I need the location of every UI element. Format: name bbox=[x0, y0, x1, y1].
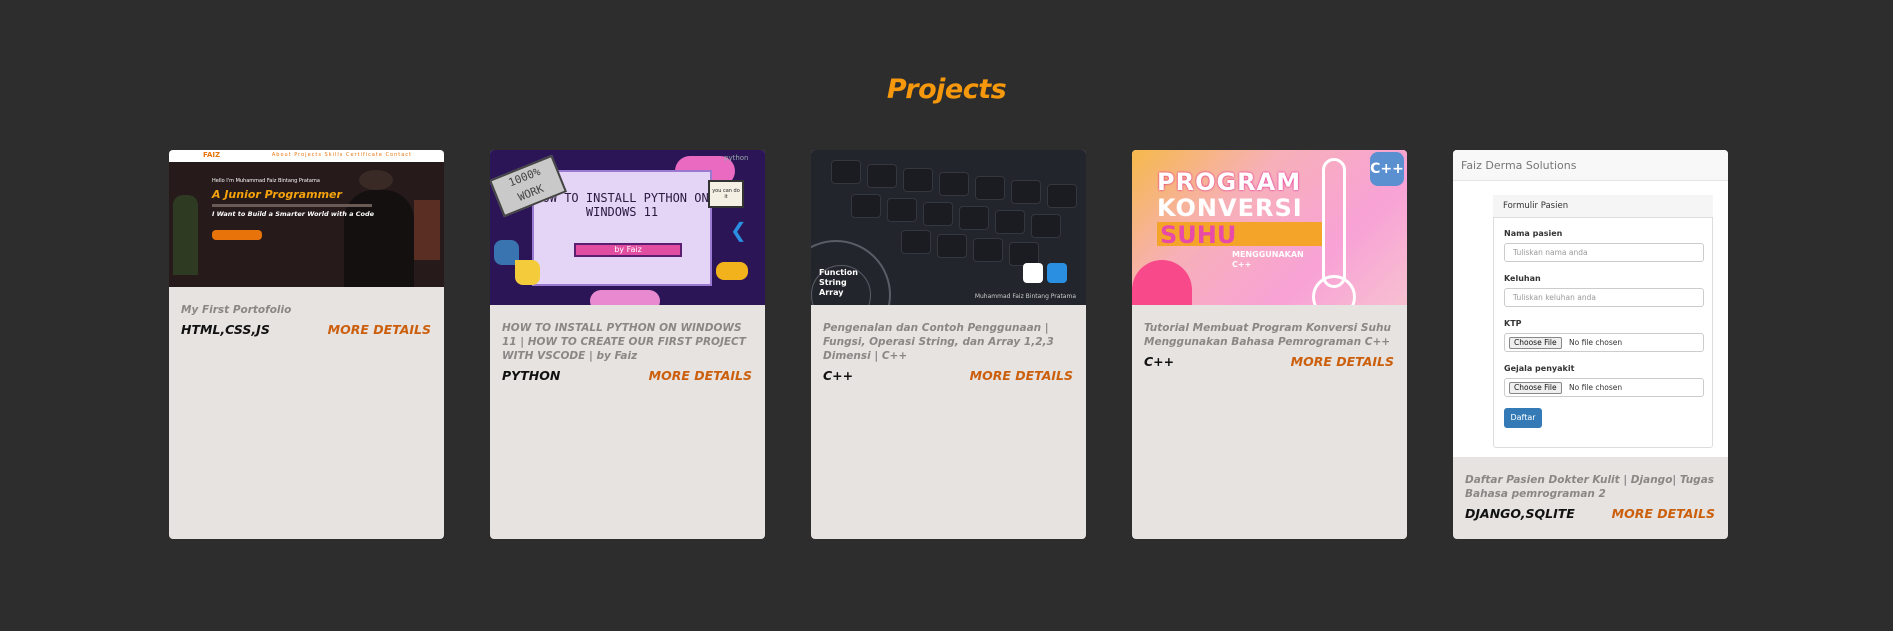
cpp-icon bbox=[1023, 263, 1043, 283]
cloud-illustration bbox=[590, 290, 660, 305]
keyboard-key bbox=[903, 168, 933, 192]
card-meta: PYTHON MORE DETAILS bbox=[502, 368, 752, 383]
keyboard-key bbox=[867, 164, 897, 188]
keyboard-key bbox=[1011, 180, 1041, 204]
submit-button: Daftar bbox=[1504, 408, 1542, 428]
more-details-link[interactable]: MORE DETAILS bbox=[1291, 354, 1394, 369]
choose-file-button: Choose File bbox=[1509, 337, 1562, 349]
project-thumbnail[interactable]: Function String Array Muhammad Faiz Bint… bbox=[811, 150, 1086, 305]
project-card: HOW TO INSTALL PYTHON ON WINDOWS 11 by F… bbox=[490, 150, 765, 539]
thumb-subtext bbox=[212, 204, 372, 207]
thermometer-bulb-icon bbox=[1312, 275, 1356, 305]
card-meta: DJANGO,SQLITE MORE DETAILS bbox=[1465, 506, 1715, 521]
thumb-headline: HOW TO INSTALL PYTHON ON WINDOWS 11 bbox=[535, 191, 709, 219]
thumb-note: you can do it bbox=[708, 180, 744, 208]
thumb-tagline: I Want to Build a Smarter World with a C… bbox=[212, 210, 375, 218]
keyboard-key bbox=[923, 202, 953, 226]
gamepad-icon bbox=[716, 262, 748, 280]
keyboard-key bbox=[851, 194, 881, 218]
project-tech: C++ bbox=[823, 368, 854, 383]
keyboard-key bbox=[975, 176, 1005, 200]
project-description: My First Portofolio bbox=[181, 304, 292, 316]
project-thumbnail[interactable]: HOW TO INSTALL PYTHON ON WINDOWS 11 by F… bbox=[490, 150, 765, 305]
vscode-icon bbox=[1047, 263, 1067, 283]
project-card: PROGRAM KONVERSI SUHU MENGGUNAKAN C++ C+… bbox=[1132, 150, 1407, 539]
project-tech: HTML,CSS,JS bbox=[181, 322, 270, 337]
thumb-line3: SUHU bbox=[1160, 221, 1237, 249]
keyboard-key bbox=[887, 198, 917, 222]
keyboard-key bbox=[937, 234, 967, 258]
project-thumbnail[interactable]: FAIZ About Projects Skills Certificate C… bbox=[169, 150, 444, 287]
keyboard-key bbox=[939, 172, 969, 196]
project-description: Pengenalan dan Contoh Penggunaan | Fungs… bbox=[823, 322, 1054, 362]
form-title: Formulir Pasien bbox=[1503, 201, 1569, 211]
project-description: Tutorial Membuat Program Konversi Suhu M… bbox=[1144, 322, 1391, 348]
more-details-link[interactable]: MORE DETAILS bbox=[328, 322, 431, 337]
python-logo-text: python bbox=[724, 154, 749, 162]
nama-pasien-input: Tuliskan nama anda bbox=[1504, 243, 1704, 262]
file-status: No file chosen bbox=[1569, 338, 1623, 347]
keyboard-key bbox=[901, 230, 931, 254]
card-body: Pengenalan dan Contoh Penggunaan | Fungs… bbox=[823, 321, 1073, 383]
project-tech: C++ bbox=[1144, 354, 1175, 369]
thumb-nav-links: About Projects Skills Certificate Contac… bbox=[271, 152, 412, 158]
vscode-icon: ❮ bbox=[730, 218, 747, 242]
plant-illustration bbox=[173, 195, 198, 275]
keyboard-key bbox=[995, 210, 1025, 234]
label-ktp: KTP bbox=[1504, 319, 1522, 328]
app-title: Faiz Derma Solutions bbox=[1461, 159, 1577, 172]
more-details-link[interactable]: MORE DETAILS bbox=[1612, 506, 1715, 521]
card-body: Daftar Pasien Dokter Kulit | Django| Tug… bbox=[1465, 473, 1715, 521]
card-body: HOW TO INSTALL PYTHON ON WINDOWS 11 | HO… bbox=[502, 321, 752, 383]
keyboard-key bbox=[1047, 184, 1077, 208]
thumb-headline: A Junior Programmer bbox=[212, 188, 342, 201]
thumb-line2: KONVERSI bbox=[1157, 194, 1303, 222]
more-details-link[interactable]: MORE DETAILS bbox=[970, 368, 1073, 383]
thumb-view-button bbox=[212, 230, 262, 240]
keyboard-key bbox=[959, 206, 989, 230]
project-description: HOW TO INSTALL PYTHON ON WINDOWS 11 | HO… bbox=[502, 322, 746, 362]
card-meta: C++ MORE DETAILS bbox=[823, 368, 1073, 383]
thumb-brand: FAIZ bbox=[203, 151, 221, 159]
keluhan-input: Tuliskan keluhan anda bbox=[1504, 288, 1704, 307]
project-card: Function String Array Muhammad Faiz Bint… bbox=[811, 150, 1086, 539]
project-tech: DJANGO,SQLITE bbox=[1465, 506, 1575, 521]
project-thumbnail[interactable]: PROGRAM KONVERSI SUHU MENGGUNAKAN C++ C+… bbox=[1132, 150, 1407, 305]
section-title: Projects bbox=[886, 74, 1007, 105]
cpp-icon: C++ bbox=[1370, 152, 1404, 186]
python-icon bbox=[515, 260, 540, 285]
thumb-author: Muhammad Faiz Bintang Pratama bbox=[974, 293, 1076, 300]
project-card: Faiz Derma Solutions Formulir Pasien Nam… bbox=[1453, 150, 1728, 539]
lamp-illustration bbox=[359, 170, 393, 190]
card-body: Tutorial Membuat Program Konversi Suhu M… bbox=[1144, 321, 1394, 369]
thumb-byline: by Faiz bbox=[574, 243, 682, 257]
card-meta: C++ MORE DETAILS bbox=[1144, 354, 1394, 369]
label-keluhan: Keluhan bbox=[1504, 274, 1541, 283]
project-thumbnail[interactable]: Faiz Derma Solutions Formulir Pasien Nam… bbox=[1453, 150, 1728, 457]
choose-file-button: Choose File bbox=[1509, 382, 1562, 394]
thumb-line1: PROGRAM bbox=[1157, 168, 1302, 196]
thermometer-icon bbox=[1322, 158, 1346, 288]
gejala-file-input: Choose File No file chosen bbox=[1504, 378, 1704, 397]
flame-illustration bbox=[1132, 260, 1192, 305]
keyboard-key bbox=[973, 238, 1003, 262]
card-body: My First Portofolio HTML,CSS,JS MORE DET… bbox=[181, 303, 431, 337]
project-description: Daftar Pasien Dokter Kulit | Django| Tug… bbox=[1465, 474, 1715, 500]
card-meta: HTML,CSS,JS MORE DETAILS bbox=[181, 322, 431, 337]
keyboard-key bbox=[831, 160, 861, 184]
window-illustration bbox=[414, 200, 440, 260]
project-tech: PYTHON bbox=[502, 368, 561, 383]
ktp-file-input: Choose File No file chosen bbox=[1504, 333, 1704, 352]
file-status: No file chosen bbox=[1569, 383, 1623, 392]
label-nama-pasien: Nama pasien bbox=[1504, 229, 1563, 238]
thumb-line4: MENGGUNAKAN C++ bbox=[1232, 250, 1304, 269]
keyboard-key bbox=[1031, 214, 1061, 238]
thumb-greeting: Hello I'm Muhammad Faiz Bintang Pratama bbox=[212, 178, 320, 184]
project-card: FAIZ About Projects Skills Certificate C… bbox=[169, 150, 444, 539]
more-details-link[interactable]: MORE DETAILS bbox=[649, 368, 752, 383]
label-gejala: Gejala penyakit bbox=[1504, 364, 1575, 373]
